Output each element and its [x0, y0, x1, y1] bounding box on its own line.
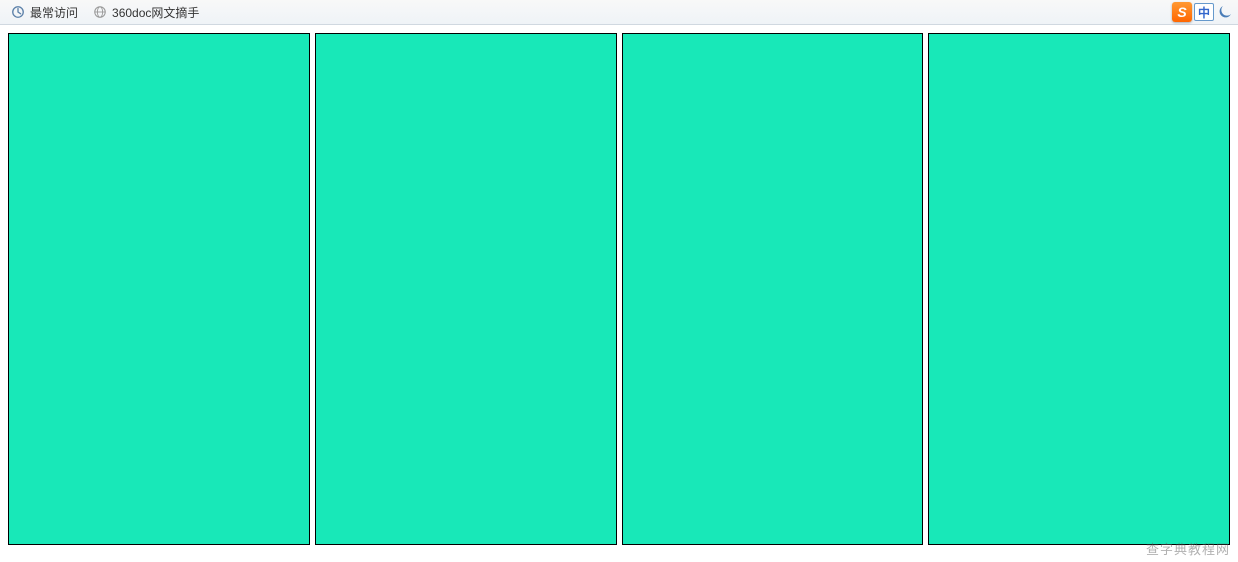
ime-chinese-mode-icon[interactable]: 中: [1194, 3, 1214, 21]
page-content: 查字典教程网: [0, 25, 1238, 562]
toolbar-left-group: 最常访问 360doc网文摘手: [6, 2, 203, 23]
doc360-label: 360doc网文摘手: [112, 4, 199, 21]
color-box-4: [928, 33, 1230, 545]
ime-moon-icon[interactable]: [1216, 3, 1234, 21]
globe-icon: [92, 4, 108, 20]
most-visited-label: 最常访问: [30, 4, 78, 21]
doc360-link[interactable]: 360doc网文摘手: [88, 2, 203, 23]
sogou-ime-icon[interactable]: S: [1172, 2, 1192, 22]
color-box-2: [315, 33, 617, 545]
history-icon: [10, 4, 26, 20]
browser-bookmarks-toolbar: 最常访问 360doc网文摘手 S 中: [0, 0, 1238, 25]
ime-indicator-group: S 中: [1172, 2, 1234, 22]
most-visited-link[interactable]: 最常访问: [6, 2, 82, 23]
color-box-3: [622, 33, 924, 545]
color-box-1: [8, 33, 310, 545]
